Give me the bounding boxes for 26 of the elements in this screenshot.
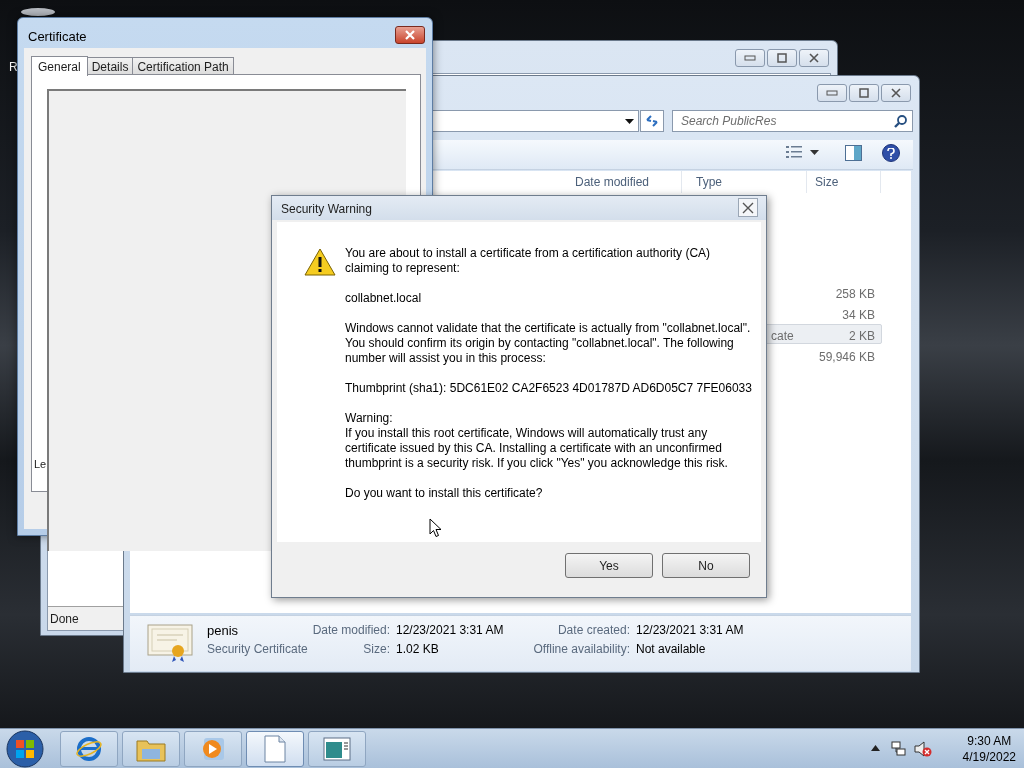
file-size: 258 KB	[835, 286, 875, 303]
file-type: cate	[771, 328, 794, 345]
dialog-title: Security Warning	[281, 201, 372, 218]
file-size: 59,946 KB	[818, 349, 875, 366]
warning-text: If you install this root certificate, Windows will automatically trust any certificate issued by this CA. Installing a certificate with an unconfirmed thumbprint is a security risk. If you click "Yes" you acknowledge this risk.	[345, 426, 729, 471]
file-type-label: Security Certificate	[207, 641, 308, 658]
file-size: 2 KB	[849, 328, 875, 345]
field-label: Date modified:	[312, 622, 390, 639]
warning-text: Do you want to install this certificate?	[345, 486, 544, 501]
field-value: 12/23/2021 3:31 AM	[636, 622, 744, 639]
warning-text: collabnet.local	[345, 291, 423, 306]
warning-text: Thumbprint (sha1): 5DC61E02 CA2F6523 4D01787D AD6D05C7 7FE06033	[345, 381, 753, 396]
partial-label: Le	[34, 457, 47, 472]
warning-text: Windows cannot validate that the certificate is actually from "collabnet.local". You should confirm its origin by contacting "collabnet.local". The following number will assist you in this process:	[345, 321, 752, 366]
file-name: penis	[207, 622, 239, 640]
file-size: 34 KB	[842, 307, 875, 324]
field-value: 12/23/2021 3:31 AM	[396, 622, 504, 639]
warning-text: You are about to install a certificate from a certification authority (CA) claiming to represent:	[345, 246, 712, 276]
field-label: Date created:	[557, 622, 630, 639]
dialog-title: Certificate	[28, 28, 87, 46]
field-value: 1.02 KB	[396, 641, 439, 658]
field-label: Size:	[363, 641, 390, 658]
field-value: Not available	[636, 641, 706, 658]
desktop-icon-label: R	[9, 59, 18, 76]
field-label: Offline availability:	[533, 641, 630, 658]
warning-text: Warning:	[345, 411, 394, 426]
